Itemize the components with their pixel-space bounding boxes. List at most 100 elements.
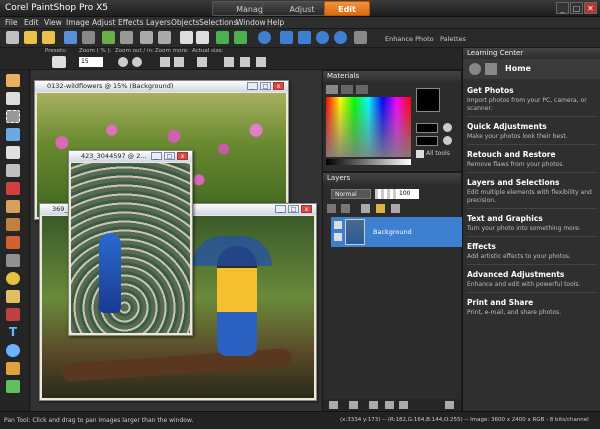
layer-row-background[interactable]: Background [331,217,462,247]
menu-adjust[interactable]: Adjust [92,18,115,27]
doc-close-button[interactable]: x [273,82,284,90]
lc-item-print-share[interactable]: Print and Share Print, e-mail, and share … [467,298,597,320]
style-gradient-icon[interactable] [443,123,452,132]
color-spectrum[interactable] [326,97,411,157]
actual-size-icon[interactable] [197,57,207,67]
flood-fill-icon[interactable] [6,272,20,285]
smudge-tool-icon[interactable] [6,254,20,267]
zoom-in-small-icon[interactable] [132,57,142,67]
blend-mode-select[interactable]: Normal [331,189,371,199]
lc-item-layers-selections[interactable]: Layers and Selections Edit multiple eleme… [467,178,597,209]
swatches-tab-icon[interactable] [356,85,368,94]
open-folder-icon[interactable] [24,31,37,44]
zoom-in-icon[interactable] [334,31,347,44]
lc-item-effects[interactable]: Effects Add artistic effects to your phot… [467,242,597,265]
paste-icon[interactable] [196,31,209,44]
lock-icon[interactable] [376,204,385,213]
pick-tool-icon[interactable] [6,92,20,105]
doc-minimize-button[interactable]: _ [151,152,162,160]
pan-nav-icon[interactable] [224,57,234,67]
new-layer-icon[interactable] [329,401,338,409]
straighten-tool-icon[interactable] [6,164,20,177]
flag-green-icon[interactable] [216,31,229,44]
menu-window[interactable]: Window [236,18,266,27]
back-icon[interactable] [469,63,481,75]
texture-icon[interactable] [443,136,452,145]
zoom-more-in-icon[interactable] [174,57,184,67]
document-window-peacock[interactable]: 423_3044597 @ 2... _ □ x [68,150,193,336]
menu-objects[interactable]: Objects [171,18,199,27]
paint-brush-icon[interactable] [6,218,20,231]
undo-icon[interactable] [140,31,153,44]
lc-item-get-photos[interactable]: Get Photos Import photos from your PC, ca… [467,86,597,117]
enhance-photo-menu[interactable]: Enhance Photo [385,35,434,43]
frame-tab-icon[interactable] [326,85,338,94]
share-icon[interactable] [102,31,115,44]
opacity-slider[interactable] [375,189,397,199]
menu-edit[interactable]: Edit [24,18,39,27]
pen-tool-icon[interactable] [6,362,20,375]
doc-close-button[interactable]: x [177,152,188,160]
info-icon[interactable] [258,31,271,44]
layer-tool-icon[interactable] [327,204,336,213]
zoom-100-icon[interactable] [298,31,311,44]
new-adjustment-layer-icon[interactable] [349,401,358,409]
lc-item-retouch-restore[interactable]: Retouch and Restore Remove flaws from you… [467,150,597,173]
new-mask-icon[interactable] [369,401,378,409]
learning-center-home[interactable]: Home [505,64,531,73]
layer-style-icon[interactable] [391,204,400,213]
red-eye-tool-icon[interactable] [6,182,20,195]
warp-brush-icon[interactable] [6,380,20,393]
save-as-icon[interactable] [82,31,95,44]
browse-folder-icon[interactable] [42,31,55,44]
close-button[interactable]: ✕ [584,2,597,14]
layer-group-icon[interactable] [385,401,394,409]
palettes-menu[interactable]: Palettes [440,35,466,43]
menu-help[interactable]: Help [267,18,284,27]
zoom-percent-input[interactable]: 15 [79,57,103,67]
selection-tool-icon[interactable] [6,110,20,123]
dodge-tool-icon[interactable] [6,236,20,249]
zoom-out-small-icon[interactable] [118,57,128,67]
doc-maximize-button[interactable]: □ [288,205,299,213]
copy-icon[interactable] [180,31,193,44]
foreground-swatch[interactable] [416,88,440,112]
lc-item-text-graphics[interactable]: Text and Graphics Turn your photo into so… [467,214,597,237]
eraser-tool-icon[interactable] [6,290,20,303]
doc-minimize-button[interactable]: _ [247,82,258,90]
home-icon[interactable] [485,63,497,75]
preset-shape-icon[interactable] [6,344,20,357]
menu-selections[interactable]: Selections [199,18,237,27]
layer-visibility-icon[interactable] [334,221,342,229]
layer-mask-icon[interactable] [341,204,350,213]
zoom-out-icon[interactable] [316,31,329,44]
new-file-icon[interactable] [6,31,19,44]
lc-item-quick-adjustments[interactable]: Quick Adjustments Make your photos look t… [467,122,597,145]
delete-layer-icon[interactable] [399,401,408,409]
dropper-tool-icon[interactable] [6,128,20,141]
menu-layers[interactable]: Layers [146,18,171,27]
doc-minimize-button[interactable]: _ [275,205,286,213]
zoom-more-out-icon[interactable] [160,57,170,67]
text-tool-icon[interactable]: T [6,326,20,339]
grayscale-strip[interactable] [326,159,411,165]
doc-close-button[interactable]: x [301,205,312,213]
all-tools-checkbox[interactable] [416,150,424,158]
pan-nav-2-icon[interactable] [240,57,250,67]
doc-maximize-button[interactable]: □ [260,82,271,90]
lc-item-advanced-adjustments[interactable]: Advanced Adjustments Enhance and edit wit… [467,270,597,293]
bg-style-swatch[interactable] [416,136,438,146]
link-icon[interactable] [361,204,370,213]
fit-window-icon[interactable] [280,31,293,44]
menu-image[interactable]: Image [66,18,90,27]
menu-file[interactable]: File [5,18,18,27]
clone-tool-icon[interactable] [6,200,20,213]
layer-properties-icon[interactable] [445,401,454,409]
opacity-input[interactable]: 100 [397,189,419,199]
pan-nav-3-icon[interactable] [256,57,266,67]
minimize-button[interactable]: _ [556,2,569,14]
maximize-button[interactable]: □ [570,2,583,14]
tab-edit[interactable]: Edit [324,1,370,16]
print-icon[interactable] [120,31,133,44]
menu-effects[interactable]: Effects [118,18,144,27]
